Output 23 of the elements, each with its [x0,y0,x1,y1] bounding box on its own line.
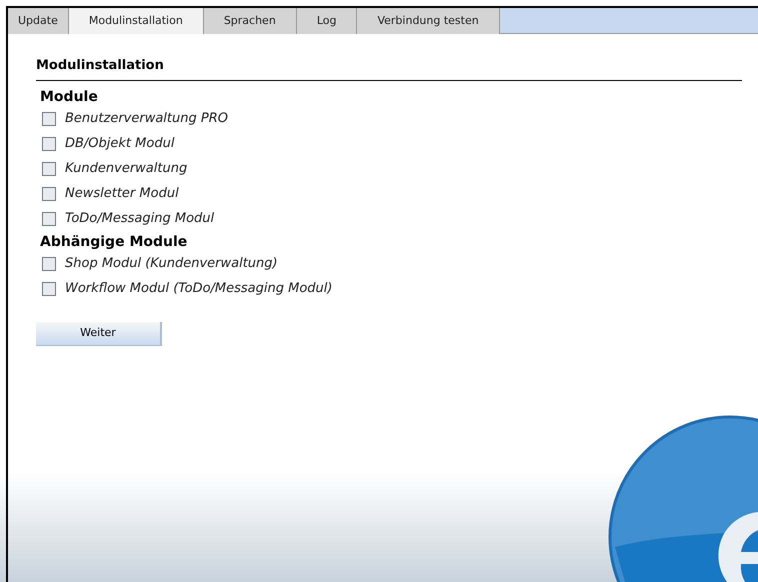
group-title: Module [40,88,99,106]
checkbox[interactable] [42,257,56,271]
next-button[interactable]: Weiter [36,322,162,346]
checkbox[interactable] [42,112,56,126]
checkbox-label: Kundenverwaltung [65,160,188,178]
checkbox-label: DB/Objekt Modul [65,135,174,154]
checkbox-label: Benutzerverwaltung PRO [65,110,228,128]
checkbox-label: ToDo/Messaging Modul [65,210,214,228]
checkbox-label: Newsletter Modul [65,185,179,204]
tab[interactable]: Verbindung testen [357,8,500,34]
checkbox[interactable] [42,212,56,226]
tab[interactable]: Update [8,8,69,34]
tab[interactable]: Sprachen [204,8,297,34]
section-heading: Modulinstallation [36,56,742,80]
tab[interactable]: Log [296,8,358,34]
checkbox[interactable] [42,162,56,176]
checkbox[interactable] [42,187,56,201]
checkbox[interactable] [42,137,56,151]
group-title: Abhängige Module [40,232,188,252]
tab[interactable]: Modulinstallation [68,8,204,34]
checkbox-label: Workflow Modul (ToDo/Messaging Modul) [65,280,332,298]
checkbox-label: Shop Modul (Kundenverwaltung) [65,255,278,274]
checkbox[interactable] [42,282,56,296]
